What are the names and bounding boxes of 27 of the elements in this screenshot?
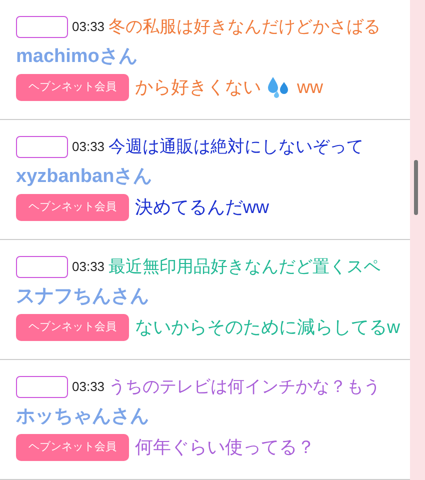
tag-outline (16, 256, 68, 278)
user-name[interactable]: machimoさん (16, 44, 138, 70)
tag-outline (16, 376, 68, 398)
member-badge: ヘブンネット会員 (16, 194, 129, 220)
post-time: 03:33 (72, 378, 105, 396)
tag-outline (16, 16, 68, 38)
scrollbar[interactable] (414, 160, 418, 215)
caption-text: 今週は通販は絶対にしないぞって (108, 136, 364, 158)
user-name[interactable]: スナフちんさん (16, 284, 149, 310)
caption-text: 冬の私服は好きなんだけどかさばる (108, 16, 381, 38)
caption-text: ないからそのために減らしてるw (135, 316, 400, 338)
caption-text: 何年ぐらい使ってる？ (135, 436, 315, 458)
droplets-icon (267, 76, 291, 98)
user-name[interactable]: xyzbanbanさん (16, 164, 152, 190)
caption-text: 最近無印用品好きなんだど置くスペ (108, 256, 381, 278)
member-badge: ヘブンネット会員 (16, 434, 129, 460)
caption-text: うちのテレビは何インチかな？もう (108, 376, 381, 398)
caption-text: から好きくない (135, 76, 261, 98)
user-name[interactable]: ホッちゃんさん (16, 404, 149, 430)
member-badge: ヘブンネット会員 (16, 314, 129, 340)
caption-text: 決めてるんだww (135, 196, 269, 218)
post-time: 03:33 (72, 258, 105, 276)
member-badge: ヘブンネット会員 (16, 74, 129, 100)
tag-outline (16, 136, 68, 158)
caption-text: ww (297, 76, 323, 98)
post-time: 03:33 (72, 18, 105, 36)
post-time: 03:33 (72, 138, 105, 156)
